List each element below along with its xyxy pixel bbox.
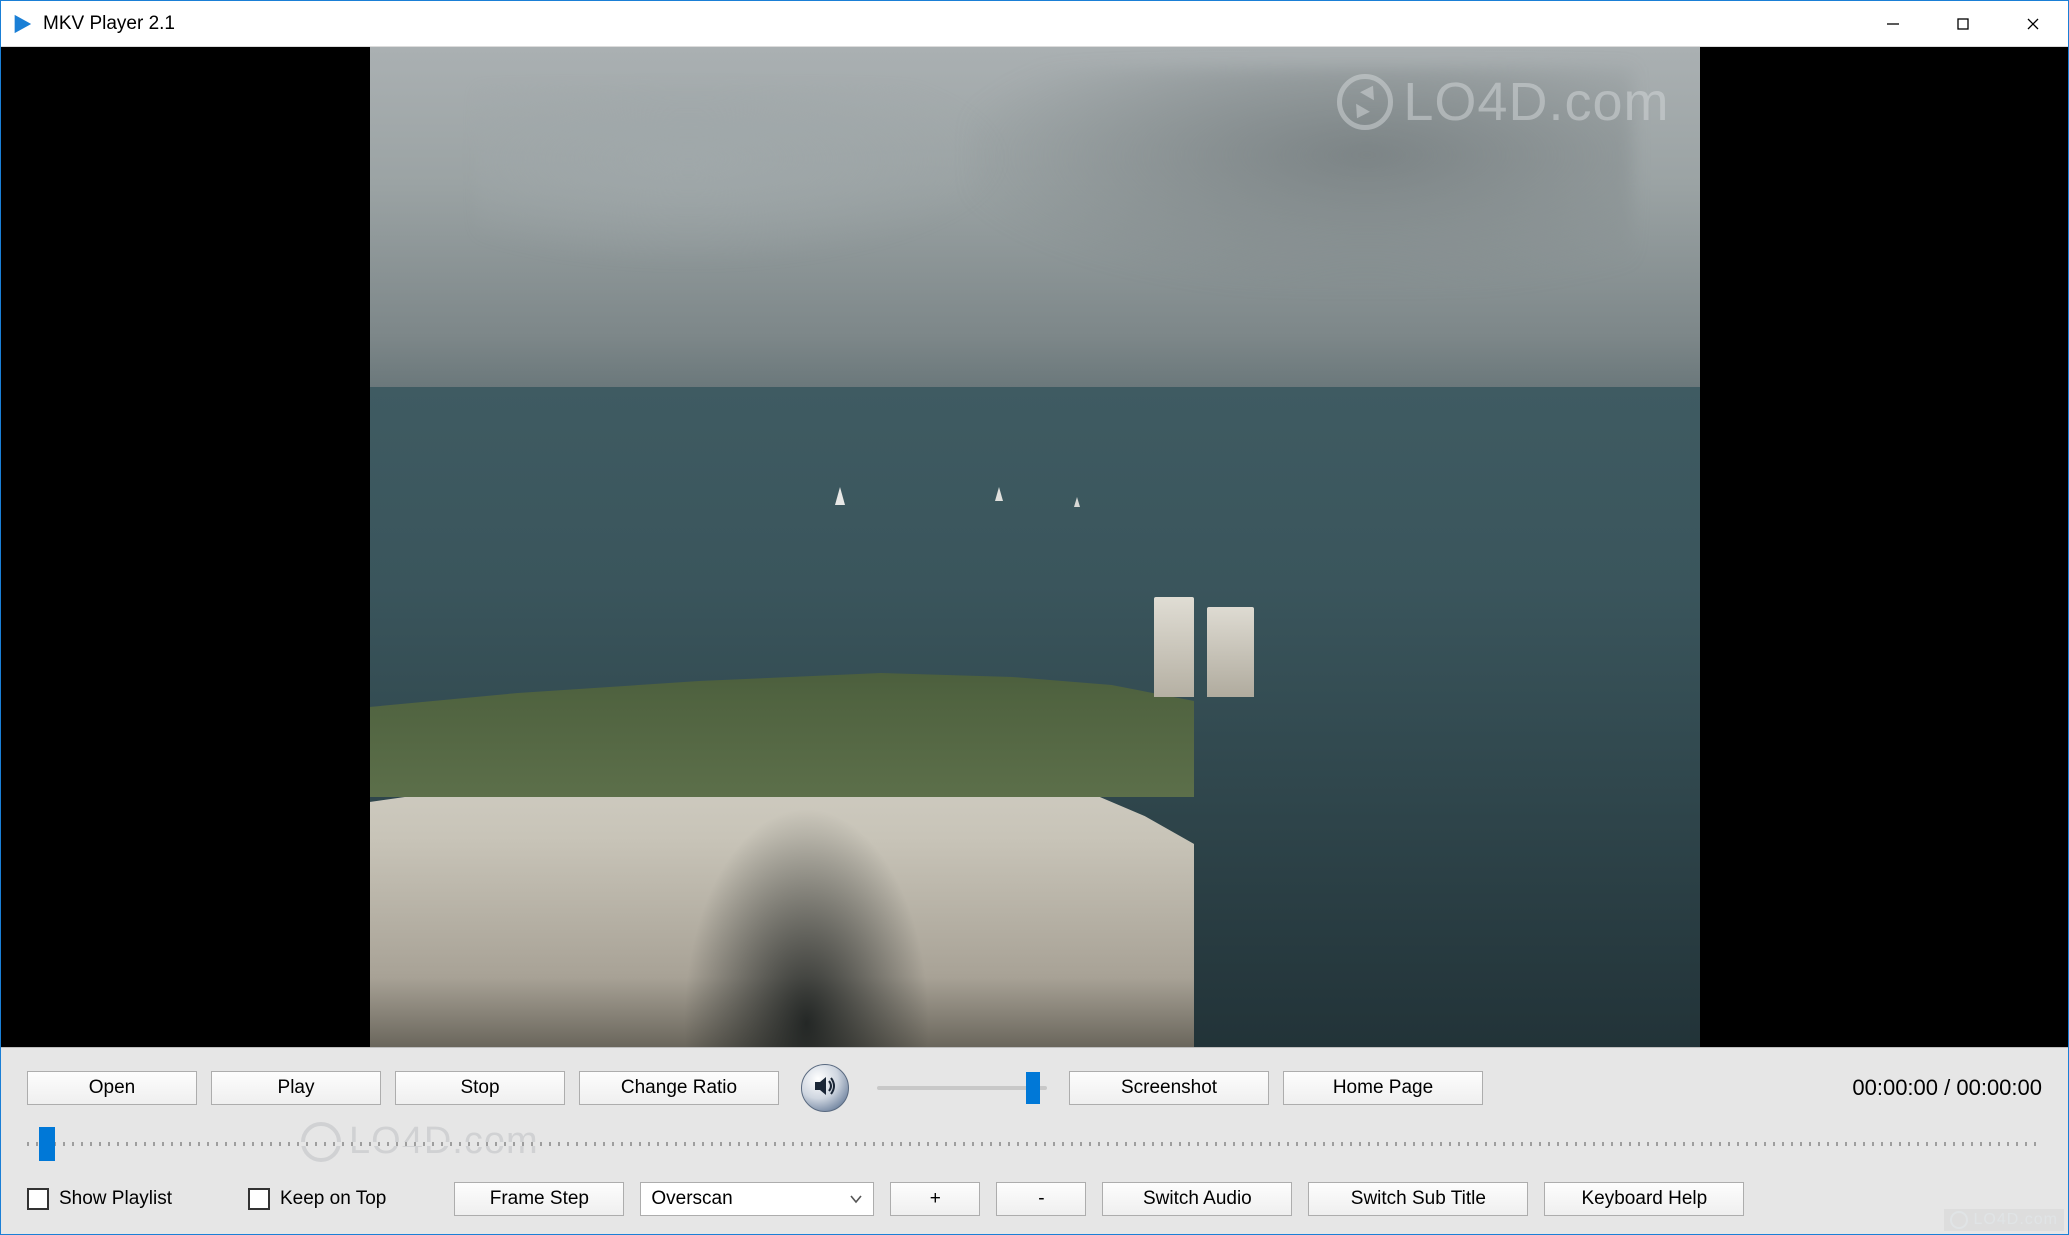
stop-button[interactable]: Stop	[395, 1071, 565, 1105]
watermark-text-main: LO4D	[1403, 72, 1548, 132]
keep-on-top-checkbox[interactable]: Keep on Top	[248, 1188, 386, 1210]
chevron-down-icon	[849, 1191, 863, 1207]
footer-watermark-text: LO4D.com	[1974, 1211, 2058, 1229]
seek-thumb[interactable]	[39, 1127, 55, 1161]
keyboard-help-button[interactable]: Keyboard Help	[1544, 1182, 1744, 1216]
volume-thumb[interactable]	[1026, 1072, 1040, 1104]
video-frame: LO4D.com	[370, 47, 1700, 1047]
app-play-icon	[11, 13, 33, 35]
seek-row	[27, 1130, 2042, 1158]
watermark-refresh-icon	[1950, 1211, 1968, 1229]
controls-row-primary: Open Play Stop Change Ratio Screenshot H…	[27, 1064, 2042, 1112]
checkbox-icon	[248, 1188, 270, 1210]
home-page-button[interactable]: Home Page	[1283, 1071, 1483, 1105]
overscan-select[interactable]: Overscan	[640, 1182, 874, 1216]
watermark-text-suffix: .com	[1548, 72, 1669, 132]
show-playlist-checkbox[interactable]: Show Playlist	[27, 1188, 172, 1210]
zoom-out-button[interactable]: -	[996, 1182, 1086, 1216]
time-total: 00:00:00	[1956, 1075, 2042, 1100]
close-button[interactable]	[1998, 2, 2068, 46]
seek-slider[interactable]	[27, 1130, 2042, 1158]
frame-step-button[interactable]: Frame Step	[454, 1182, 624, 1216]
overscan-selected-value: Overscan	[651, 1188, 732, 1210]
switch-subtitle-button[interactable]: Switch Sub Title	[1308, 1182, 1528, 1216]
controls-row-secondary: Show Playlist Keep on Top Frame Step Ove…	[27, 1182, 2042, 1216]
volume-track	[877, 1086, 1047, 1090]
checkbox-icon	[27, 1188, 49, 1210]
app-window: MKV Player 2.1	[0, 0, 2069, 1235]
open-button[interactable]: Open	[27, 1071, 197, 1105]
watermark-overlay: LO4D.com	[1337, 71, 1669, 133]
volume-mute-button[interactable]	[801, 1064, 849, 1112]
speaker-icon	[813, 1074, 837, 1103]
watermark-refresh-icon	[1337, 74, 1393, 130]
change-ratio-button[interactable]: Change Ratio	[579, 1071, 779, 1105]
video-area[interactable]: LO4D.com	[1, 47, 2068, 1047]
footer-watermark: LO4D.com	[1944, 1209, 2064, 1231]
play-button[interactable]: Play	[211, 1071, 381, 1105]
zoom-in-button[interactable]: +	[890, 1182, 980, 1216]
titlebar: MKV Player 2.1	[1, 1, 2068, 47]
keep-on-top-label: Keep on Top	[280, 1188, 386, 1210]
show-playlist-label: Show Playlist	[59, 1188, 172, 1210]
app-title: MKV Player 2.1	[43, 13, 175, 35]
volume-slider[interactable]	[877, 1074, 1047, 1102]
switch-audio-button[interactable]: Switch Audio	[1102, 1182, 1292, 1216]
time-current: 00:00:00	[1852, 1075, 1938, 1100]
minimize-button[interactable]	[1858, 2, 1928, 46]
maximize-button[interactable]	[1928, 2, 1998, 46]
seek-track	[27, 1142, 2042, 1146]
control-panel: LO4D.com Open Play Stop Change Ratio	[1, 1047, 2068, 1234]
screenshot-button[interactable]: Screenshot	[1069, 1071, 1269, 1105]
window-controls	[1858, 2, 2068, 46]
time-display: 00:00:00 / 00:00:00	[1852, 1075, 2042, 1101]
